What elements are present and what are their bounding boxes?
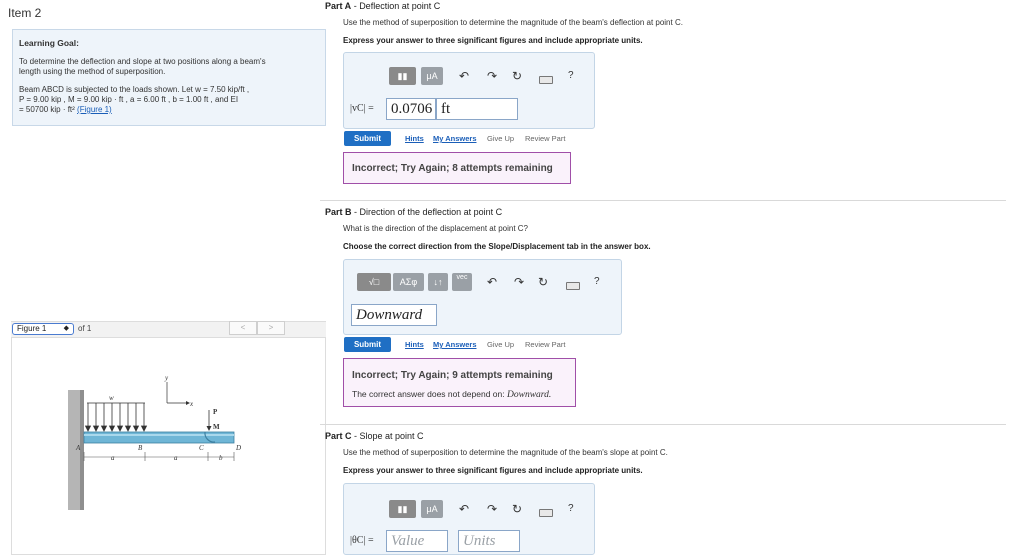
vc-label: |vC| = [350, 103, 374, 114]
value-input[interactable]: 0.0706 [386, 98, 436, 120]
undo-icon[interactable]: ↶ [487, 273, 497, 291]
undo-icon[interactable]: ↶ [459, 500, 469, 518]
templates-button[interactable]: ▮▮ [389, 500, 416, 518]
part-b-feedback: Incorrect; Try Again; 9 attempts remaini… [343, 358, 576, 407]
part-b-answer-box: √□ ΑΣφ ↓↑ vec ↶ ↷ ↻ ? Downward [343, 259, 622, 335]
part-a-answer-box: ▮▮ μA ↶ ↷ ↻ ? |vC| = 0.0706 ft [343, 52, 595, 129]
part-a-directive: Express your answer to three significant… [343, 36, 643, 45]
arrows-button[interactable]: ↓↑ [428, 273, 448, 291]
theta-c-label: |θC| = [350, 535, 374, 546]
divider [320, 200, 1006, 201]
label-a-2: a [174, 454, 178, 462]
label-C: C [199, 444, 204, 452]
label-P: P [213, 408, 218, 416]
figure-panel: w y x P M A B C D a a b [11, 338, 326, 555]
redo-icon[interactable]: ↷ [514, 273, 524, 291]
problem-values: Beam ABCD is subjected to the loads show… [19, 85, 319, 115]
part-b-question: What is the direction of the displacemen… [343, 224, 528, 233]
sqrt-button[interactable]: √□ [357, 273, 391, 291]
units-input[interactable]: Units [458, 530, 520, 552]
label-M: M [213, 423, 220, 431]
label-y: y [164, 374, 169, 382]
label-b: b [219, 454, 223, 462]
part-a-instruction: Use the method of superposition to deter… [343, 18, 683, 27]
keyboard-icon[interactable] [539, 509, 553, 517]
part-a-feedback-text: Incorrect; Try Again; 8 attempts remaini… [352, 163, 553, 174]
part-c-answer-box: ▮▮ μA ↶ ↷ ↻ ? |θC| = Value Units [343, 483, 595, 555]
vec-button[interactable]: vec [452, 273, 472, 291]
redo-icon[interactable]: ↷ [487, 67, 497, 85]
keyboard-icon[interactable] [566, 282, 580, 290]
learning-goal-description: To determine the deflection and slope at… [19, 57, 266, 76]
item-title: Item 2 [8, 6, 42, 20]
label-D: D [235, 444, 241, 452]
part-c-instruction: Use the method of superposition to deter… [343, 448, 668, 457]
figure-link[interactable]: (Figure 1) [77, 105, 112, 114]
figure-select[interactable]: Figure 1 ◆ [12, 323, 74, 335]
part-a-hints-link[interactable]: Hints [405, 134, 424, 143]
dimension-lines [83, 452, 235, 461]
value-input[interactable]: Value [386, 530, 448, 552]
help-icon[interactable]: ? [594, 273, 600, 291]
direction-input[interactable]: Downward [351, 304, 437, 326]
part-c-directive: Express your answer to three significant… [343, 466, 643, 475]
part-a-give-up-link[interactable]: Give Up [487, 134, 514, 143]
figure-prev-button[interactable]: < [229, 321, 257, 335]
part-a-heading: Part A - Deflection at point C [325, 1, 441, 11]
redo-icon[interactable]: ↷ [487, 500, 497, 518]
reset-icon[interactable]: ↻ [512, 500, 522, 518]
undo-icon[interactable]: ↶ [459, 67, 469, 85]
help-icon[interactable]: ? [568, 500, 574, 518]
reset-icon[interactable]: ↻ [512, 67, 522, 85]
problem-values-line-1: Beam ABCD is subjected to the loads show… [19, 85, 250, 94]
units-mu-button[interactable]: μA [421, 500, 443, 518]
greek-button[interactable]: ΑΣφ [393, 273, 424, 291]
label-A: A [75, 444, 81, 452]
part-b-directive: Choose the correct direction from the Sl… [343, 242, 651, 251]
part-a-feedback: Incorrect; Try Again; 8 attempts remaini… [343, 152, 571, 184]
select-arrows-icon: ◆ [63, 325, 69, 332]
problem-values-line-2: P = 9.00 kip , M = 9.00 kip · ft , a = 6… [19, 95, 239, 104]
part-c-heading: Part C - Slope at point C [325, 431, 424, 441]
units-mu-button[interactable]: μA [421, 67, 443, 85]
help-icon[interactable]: ? [568, 67, 574, 85]
learning-goal-panel: Learning Goal: To determine the deflecti… [12, 29, 326, 126]
learning-goal-title: Learning Goal: [19, 38, 79, 48]
part-b-heading: Part B - Direction of the deflection at … [325, 207, 503, 217]
beam-diagram: w y x P M A B C D a a b [68, 374, 241, 510]
figure-next-button[interactable]: > [257, 321, 285, 335]
units-input[interactable]: ft [436, 98, 518, 120]
figure-count: of 1 [78, 324, 92, 333]
part-b-hints-link[interactable]: Hints [405, 340, 424, 349]
part-a-submit-button[interactable]: Submit [344, 131, 391, 146]
keyboard-icon[interactable] [539, 76, 553, 84]
part-b-feedback-note: The correct answer does not depend on: D… [352, 389, 552, 400]
part-a-my-answers-link[interactable]: My Answers [433, 134, 477, 143]
problem-values-line-3: = 50700 kip · ft² (Figure 1) [19, 105, 112, 114]
templates-button[interactable]: ▮▮ [389, 67, 416, 85]
label-a-1: a [111, 454, 115, 462]
part-a-review-link[interactable]: Review Part [525, 134, 565, 143]
figure-nav: < > [229, 321, 285, 335]
reset-icon[interactable]: ↻ [538, 273, 548, 291]
part-b-my-answers-link[interactable]: My Answers [433, 340, 477, 349]
part-b-submit-button[interactable]: Submit [344, 337, 391, 352]
label-x: x [189, 400, 194, 408]
part-b-review-link[interactable]: Review Part [525, 340, 565, 349]
divider [320, 424, 1006, 425]
label-B: B [138, 444, 143, 452]
label-w: w [109, 394, 114, 402]
part-b-give-up-link[interactable]: Give Up [487, 340, 514, 349]
part-b-feedback-text: Incorrect; Try Again; 9 attempts remaini… [352, 370, 553, 381]
